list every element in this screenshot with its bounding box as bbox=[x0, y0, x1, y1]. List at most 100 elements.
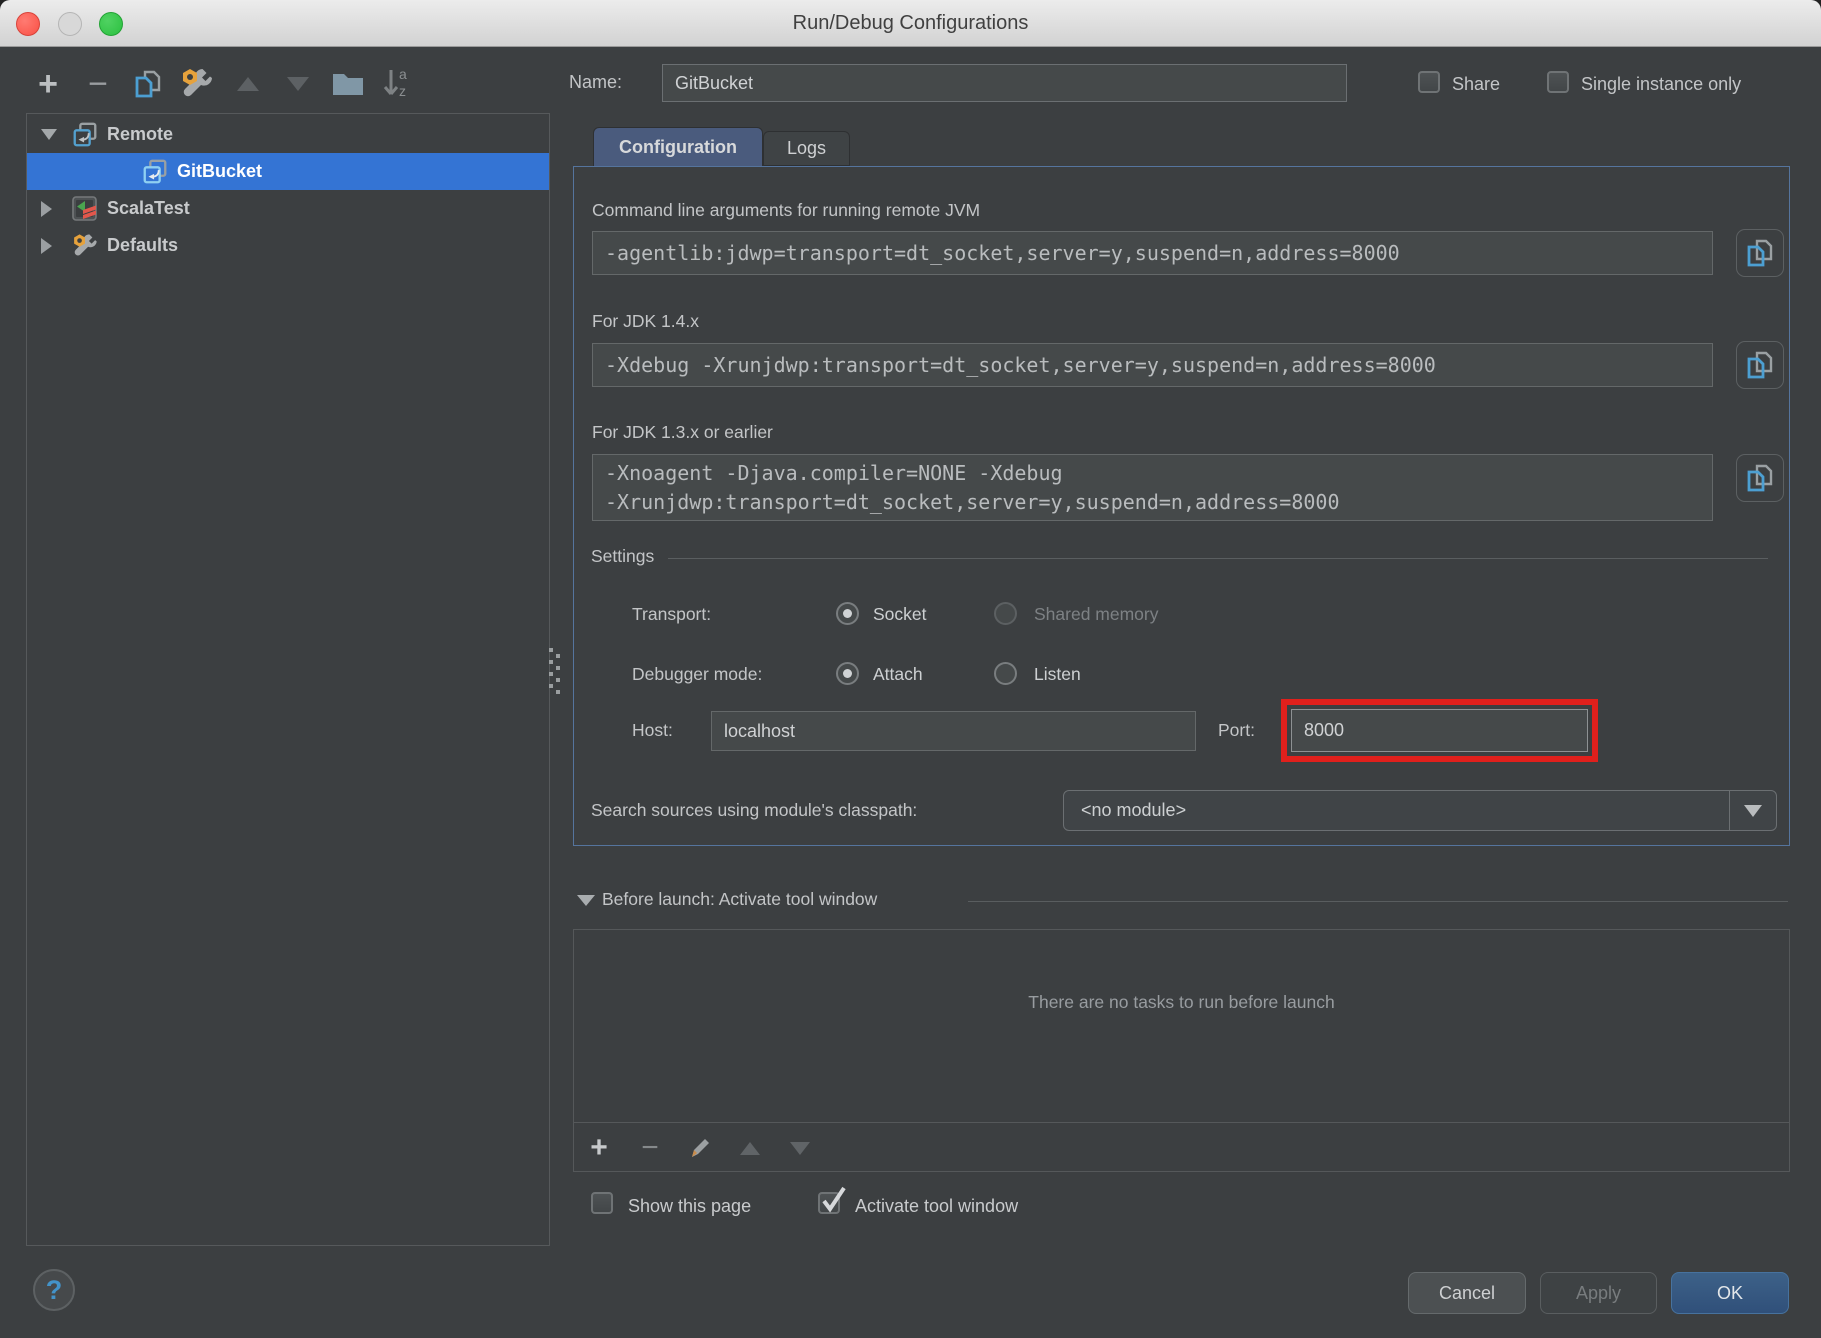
create-folder-button[interactable] bbox=[328, 64, 368, 104]
arrow-down-icon bbox=[790, 1142, 810, 1155]
edit-defaults-button[interactable] bbox=[177, 64, 217, 104]
pencil-icon bbox=[688, 1136, 712, 1160]
before-launch-header[interactable]: Before launch: Activate tool window bbox=[602, 889, 877, 910]
copy-jdk13-button[interactable] bbox=[1736, 454, 1784, 502]
single-instance-checkbox[interactable] bbox=[1547, 71, 1569, 93]
jdk14-field[interactable]: -Xdebug -Xrunjdwp:transport=dt_socket,se… bbox=[592, 343, 1713, 387]
move-task-down-button[interactable] bbox=[780, 1123, 820, 1173]
chevron-down-icon bbox=[1744, 805, 1762, 817]
cmdline-field[interactable]: -agentlib:jdwp=transport=dt_socket,serve… bbox=[592, 231, 1713, 275]
jdk13-label: For JDK 1.3.x or earlier bbox=[592, 422, 773, 443]
titlebar: Run/Debug Configurations bbox=[0, 0, 1821, 47]
remote-config-icon bbox=[141, 158, 169, 186]
configurations-tree: Remote GitBucket ScalaTest bbox=[26, 113, 550, 1246]
single-instance-label: Single instance only bbox=[1581, 74, 1741, 95]
add-configuration-button[interactable]: + bbox=[28, 64, 68, 104]
name-label: Name: bbox=[569, 72, 622, 93]
tree-item-gitbucket[interactable]: GitBucket bbox=[27, 153, 549, 190]
settings-divider bbox=[668, 558, 1768, 559]
run-debug-configurations-dialog: Run/Debug Configurations + − a z bbox=[0, 0, 1821, 1338]
attach-label: Attach bbox=[873, 664, 923, 685]
sort-configurations-button[interactable]: a z bbox=[378, 64, 418, 104]
add-task-button[interactable]: + bbox=[579, 1123, 619, 1173]
module-classpath-value: <no module> bbox=[1064, 800, 1729, 821]
listen-label: Listen bbox=[1034, 664, 1081, 685]
arrow-up-icon bbox=[237, 77, 259, 91]
transport-label: Transport: bbox=[632, 604, 711, 625]
collapse-arrow-icon[interactable] bbox=[41, 201, 52, 217]
sort-az-icon: a z bbox=[381, 66, 415, 102]
copy-icon bbox=[1743, 348, 1777, 382]
activate-tool-window-checkbox[interactable] bbox=[818, 1192, 840, 1214]
window-title: Run/Debug Configurations bbox=[0, 0, 1821, 46]
splitter-handle[interactable] bbox=[549, 646, 561, 694]
port-label: Port: bbox=[1218, 720, 1255, 741]
cmdline-label: Command line arguments for running remot… bbox=[592, 200, 980, 221]
shared-memory-radio[interactable] bbox=[994, 602, 1017, 625]
name-input[interactable] bbox=[662, 64, 1347, 102]
help-button[interactable]: ? bbox=[33, 1269, 75, 1311]
plus-icon: + bbox=[590, 1131, 608, 1165]
settings-section-label: Settings bbox=[591, 546, 654, 567]
shared-memory-label: Shared memory bbox=[1034, 604, 1159, 625]
jdk13-field[interactable]: -Xnoagent -Djava.compiler=NONE -Xdebug -… bbox=[592, 454, 1713, 521]
copy-icon bbox=[131, 67, 165, 101]
empty-tasks-text: There are no tasks to run before launch bbox=[574, 992, 1789, 1013]
expand-arrow-icon[interactable] bbox=[41, 129, 57, 140]
scalatest-icon bbox=[71, 195, 99, 223]
attach-radio[interactable] bbox=[836, 662, 859, 685]
remote-config-icon bbox=[71, 121, 99, 149]
tree-item-scalatest[interactable]: ScalaTest bbox=[27, 190, 549, 227]
host-input[interactable] bbox=[711, 711, 1196, 751]
module-classpath-select[interactable]: <no module> bbox=[1063, 790, 1777, 831]
port-input[interactable] bbox=[1291, 709, 1588, 752]
collapse-section-icon[interactable] bbox=[577, 895, 595, 906]
tab-configuration[interactable]: Configuration bbox=[593, 127, 763, 166]
edit-task-button[interactable] bbox=[680, 1123, 720, 1173]
debugger-mode-label: Debugger mode: bbox=[632, 664, 762, 685]
tree-item-label: Defaults bbox=[107, 235, 178, 256]
socket-label: Socket bbox=[873, 604, 927, 625]
show-this-page-checkbox[interactable] bbox=[591, 1192, 613, 1214]
tab-logs[interactable]: Logs bbox=[763, 131, 850, 166]
jdk13-line2: -Xrunjdwp:transport=dt_socket,server=y,s… bbox=[605, 488, 1700, 517]
remove-task-button[interactable]: − bbox=[630, 1123, 670, 1173]
arrow-up-icon bbox=[740, 1142, 760, 1155]
svg-text:a: a bbox=[399, 66, 407, 82]
listen-radio[interactable] bbox=[994, 662, 1017, 685]
jdk14-label: For JDK 1.4.x bbox=[592, 311, 699, 332]
move-down-button[interactable] bbox=[278, 64, 318, 104]
tree-item-label: ScalaTest bbox=[107, 198, 190, 219]
collapse-arrow-icon[interactable] bbox=[41, 238, 52, 254]
jdk13-line1: -Xnoagent -Djava.compiler=NONE -Xdebug bbox=[605, 459, 1700, 488]
checkmark-icon bbox=[817, 1184, 849, 1216]
show-this-page-label: Show this page bbox=[628, 1196, 751, 1217]
cancel-button[interactable]: Cancel bbox=[1408, 1272, 1526, 1314]
activate-tool-window-label: Activate tool window bbox=[855, 1196, 1018, 1217]
share-checkbox[interactable] bbox=[1418, 71, 1440, 93]
search-sources-label: Search sources using module's classpath: bbox=[591, 800, 917, 821]
move-task-up-button[interactable] bbox=[730, 1123, 770, 1173]
wrench-icon bbox=[179, 66, 215, 102]
ok-button[interactable]: OK bbox=[1671, 1272, 1789, 1314]
minus-icon: − bbox=[641, 1131, 659, 1165]
share-label: Share bbox=[1452, 74, 1500, 95]
socket-radio[interactable] bbox=[836, 602, 859, 625]
minus-icon: − bbox=[88, 66, 108, 102]
defaults-wrench-icon bbox=[71, 232, 99, 260]
host-label: Host: bbox=[632, 720, 673, 741]
copy-configuration-button[interactable] bbox=[128, 64, 168, 104]
apply-button[interactable]: Apply bbox=[1540, 1272, 1657, 1314]
combo-arrow-button[interactable] bbox=[1729, 791, 1776, 830]
remove-configuration-button[interactable]: − bbox=[78, 64, 118, 104]
before-launch-divider bbox=[968, 901, 1788, 902]
svg-text:z: z bbox=[399, 83, 406, 99]
question-mark-icon: ? bbox=[46, 1275, 63, 1306]
copy-cmdline-button[interactable] bbox=[1736, 229, 1784, 277]
copy-icon bbox=[1743, 236, 1777, 270]
copy-icon bbox=[1743, 461, 1777, 495]
tree-item-remote[interactable]: Remote bbox=[27, 116, 549, 153]
copy-jdk14-button[interactable] bbox=[1736, 341, 1784, 389]
move-up-button[interactable] bbox=[228, 64, 268, 104]
tree-item-defaults[interactable]: Defaults bbox=[27, 227, 549, 264]
